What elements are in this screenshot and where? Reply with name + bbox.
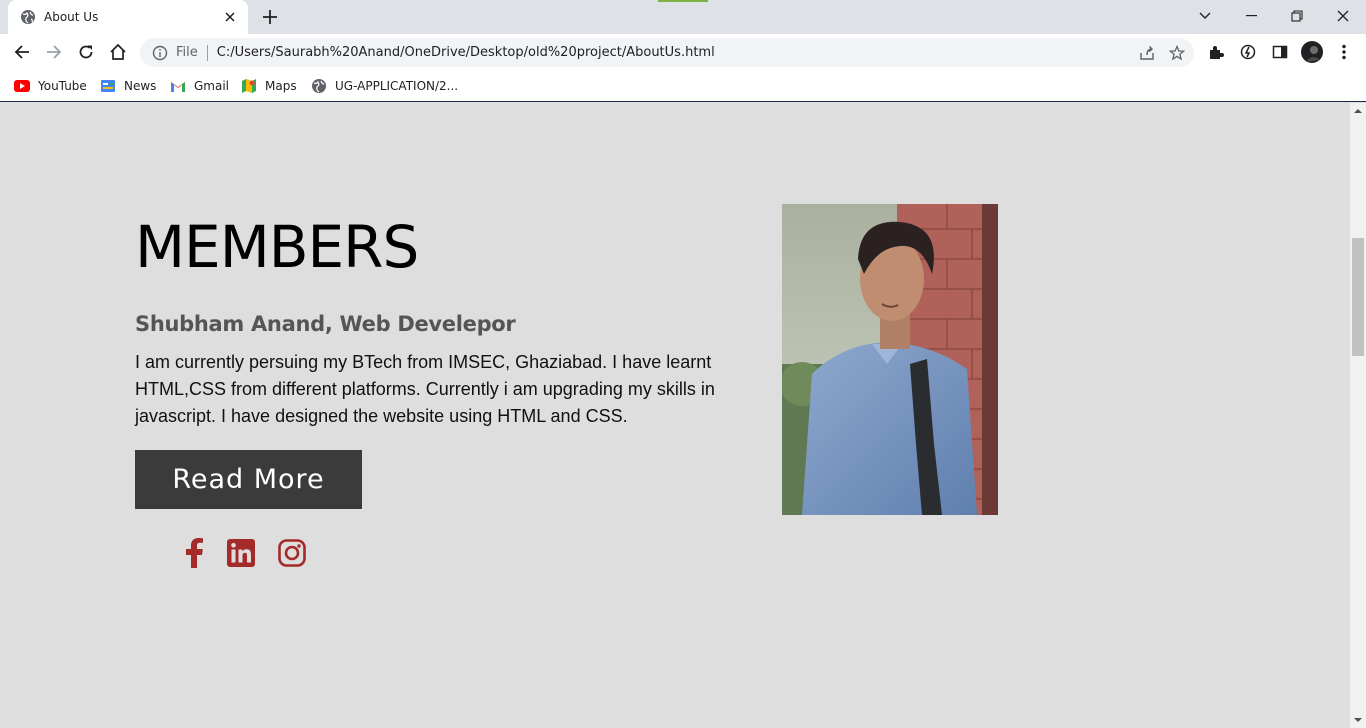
- reload-button[interactable]: [72, 38, 100, 66]
- home-button[interactable]: [104, 38, 132, 66]
- forward-button[interactable]: [40, 38, 68, 66]
- side-panel-icon[interactable]: [1268, 40, 1292, 64]
- url-separator: [206, 44, 208, 61]
- scroll-up-icon[interactable]: [1354, 107, 1362, 115]
- tab-about-us[interactable]: About Us: [8, 0, 248, 34]
- url-text[interactable]: C:/Users/Saurabh%20Anand/OneDrive/Deskto…: [217, 45, 1134, 60]
- member-name-role: Shubham Anand, Web Develepor: [135, 312, 516, 336]
- globe-icon: [311, 78, 327, 94]
- bookmark-youtube[interactable]: YouTube: [14, 76, 87, 96]
- address-bar[interactable]: File C:/Users/Saurabh%20Anand/OneDrive/D…: [140, 38, 1194, 67]
- minimize-button[interactable]: [1228, 0, 1274, 32]
- tab-search-button[interactable]: [1182, 0, 1228, 32]
- globe-icon: [20, 9, 36, 25]
- bookmark-star-icon[interactable]: [1164, 40, 1190, 66]
- bookmarks-bar: YouTube News Gmail Maps UG-APPLICATION/2…: [0, 70, 1366, 102]
- new-tab-button[interactable]: [258, 6, 282, 28]
- member-bio: I am currently persuing my BTech from IM…: [135, 352, 715, 426]
- close-window-button[interactable]: [1320, 0, 1366, 32]
- bookmark-gmail[interactable]: Gmail: [170, 76, 229, 96]
- tab-title: About Us: [44, 10, 99, 24]
- back-button[interactable]: [8, 38, 36, 66]
- browser-menu-icon[interactable]: [1332, 40, 1356, 64]
- maps-icon: [241, 78, 257, 94]
- info-icon[interactable]: [152, 45, 168, 61]
- bookmark-news[interactable]: News: [100, 76, 156, 96]
- members-heading: MEMBERS: [135, 213, 419, 281]
- linkedin-icon[interactable]: [225, 537, 257, 569]
- scroll-down-icon[interactable]: [1354, 716, 1362, 724]
- share-icon[interactable]: [1134, 40, 1160, 66]
- bookmark-label: Gmail: [194, 79, 230, 93]
- gmail-icon: [170, 78, 186, 94]
- loading-indicator: [658, 0, 708, 2]
- url-scheme: File: [176, 45, 198, 60]
- news-icon: [100, 78, 116, 94]
- facebook-icon[interactable]: [178, 537, 210, 569]
- instagram-icon[interactable]: [276, 537, 308, 569]
- browser-toolbar: File C:/Users/Saurabh%20Anand/OneDrive/D…: [0, 34, 1366, 70]
- bookmark-label: YouTube: [38, 79, 87, 93]
- bookmark-ug-application[interactable]: UG-APPLICATION/2...: [311, 76, 458, 96]
- page-content: MEMBERS Shubham Anand, Web Develepor I a…: [0, 103, 1350, 728]
- extensions-icon[interactable]: [1204, 40, 1228, 64]
- performance-icon[interactable]: [1236, 40, 1260, 64]
- youtube-icon: [14, 78, 30, 94]
- restore-button[interactable]: [1274, 0, 1320, 32]
- profile-avatar[interactable]: [1300, 40, 1324, 64]
- member-photo: [782, 204, 998, 515]
- page-scrollbar[interactable]: [1350, 103, 1366, 728]
- bookmark-label: News: [124, 79, 157, 93]
- read-more-button[interactable]: Read More: [135, 450, 362, 509]
- bookmark-label: Maps: [265, 79, 297, 93]
- scrollbar-thumb[interactable]: [1352, 238, 1364, 356]
- tab-strip: About Us: [0, 0, 1366, 34]
- bookmark-label: UG-APPLICATION/2...: [335, 79, 459, 93]
- bookmark-maps[interactable]: Maps: [241, 76, 297, 96]
- close-tab-icon[interactable]: [222, 9, 238, 25]
